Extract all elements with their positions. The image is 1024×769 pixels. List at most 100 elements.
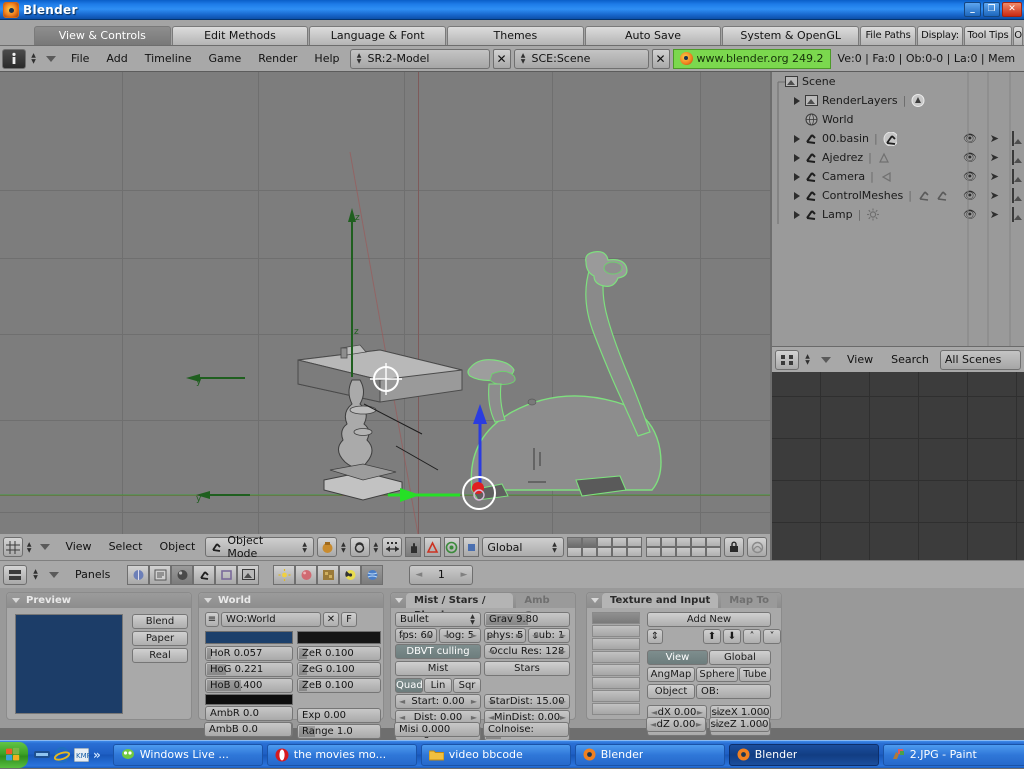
outliner-menu-view[interactable]: View	[840, 350, 880, 370]
panel-mist-stars-physics[interactable]: Mist / Stars / Physi Amb Occ Bullet ▲▼ G…	[390, 592, 576, 741]
eye-icon[interactable]: 👁	[963, 170, 977, 183]
occlusion-res-field[interactable]: ◄ Occlu Res: 128 ►	[484, 644, 570, 659]
browse-scene-icon[interactable]: ▲ ▼	[519, 53, 528, 65]
pref-tab-display[interactable]: Display:	[917, 26, 964, 45]
move-down-icon[interactable]: ˅	[763, 629, 781, 644]
falloff-sqr-button[interactable]: Sqr	[453, 678, 481, 693]
texture-slot[interactable]	[592, 677, 640, 689]
layer-cell[interactable]	[627, 537, 643, 547]
menu-help[interactable]: Help	[307, 49, 346, 69]
panel-preview[interactable]: Preview Blend Paper Real	[6, 592, 192, 720]
taskbar-item-blender-2[interactable]: Blender	[728, 743, 879, 766]
phys-field[interactable]: ◄ phys: 5 ►	[484, 628, 526, 643]
layer-cell[interactable]	[691, 537, 707, 547]
tab-mist-stars-physics[interactable]: Mist / Stars / Physi	[406, 593, 514, 621]
eye-icon[interactable]: 👁	[963, 132, 977, 145]
expand-triangle-icon[interactable]	[794, 172, 800, 181]
move-top-icon[interactable]: ⬆	[703, 629, 721, 644]
viewport-menu-select[interactable]: Select	[102, 537, 150, 557]
fps-field[interactable]: ◄ fps: 60 ►	[395, 628, 437, 643]
texture-slot[interactable]	[592, 690, 640, 702]
pref-tab-file-paths[interactable]: File Paths	[860, 26, 917, 45]
layer-cell[interactable]	[567, 537, 583, 547]
pref-tab-language-font[interactable]: Language & Font	[309, 26, 447, 45]
panel-texture-header[interactable]: Texture and Input Map To	[587, 593, 781, 608]
size-z-field[interactable]: ◄ sizeZ 1.000 ►	[709, 717, 770, 732]
zenith-g-slider[interactable]: ZeG 0.100	[297, 662, 381, 677]
ambient-b-slider[interactable]: AmbB 0.0	[204, 722, 292, 737]
cursor-arrow-icon[interactable]: ➤	[990, 208, 999, 221]
preview-blend-button[interactable]: Blend	[132, 614, 188, 629]
viewport-menu-view[interactable]: View	[58, 537, 98, 557]
coord-tube-button[interactable]: Tube	[739, 667, 771, 682]
render-icon[interactable]	[1012, 207, 1014, 222]
3d-viewport[interactable]: z z y y	[0, 72, 770, 534]
physics-engine-dropdown[interactable]: Bullet ▲ ▼	[395, 612, 481, 627]
3d-view-editor-icon[interactable]	[3, 537, 23, 557]
layer-cell[interactable]	[706, 547, 722, 557]
outliner-visibility-toggles[interactable]: 👁 ➤	[963, 207, 1024, 222]
outliner-editor-icon[interactable]	[775, 349, 799, 370]
transform-orientation-dropdown[interactable]: Global ▲ ▼	[482, 537, 565, 557]
render-icon[interactable]	[1012, 188, 1014, 203]
object-name-field[interactable]: OB:	[696, 684, 771, 699]
pref-tab-tool-tips[interactable]: Tool Tips	[964, 26, 1013, 45]
scene-delete-button[interactable]: ✕	[651, 48, 670, 69]
range-slider[interactable]: Range 1.0	[297, 724, 381, 739]
outliner-row-00-basin[interactable]: 00.basin | 👁 ➤	[772, 129, 1024, 148]
logic-icon[interactable]	[127, 564, 150, 585]
layer-cell[interactable]	[691, 547, 707, 557]
layer-block-1[interactable]	[567, 537, 643, 557]
gravity-slider[interactable]: Grav 9.80	[484, 612, 570, 627]
outliner-row-camera[interactable]: Camera | 👁 ➤	[772, 167, 1024, 186]
colnoise-slider[interactable]: Colnoise:	[483, 722, 569, 737]
stars-toggle[interactable]: Stars	[484, 661, 570, 676]
texture-index-spinner[interactable]: ⇕	[647, 629, 663, 644]
cursor-arrow-icon[interactable]: ➤	[990, 189, 999, 202]
shading-solid-icon[interactable]	[317, 537, 338, 557]
pivot-spinner[interactable]: ▲ ▼	[373, 541, 379, 553]
layer-cell[interactable]	[597, 537, 613, 547]
pref-tab-view-controls[interactable]: View & Controls	[34, 26, 171, 45]
ambient-color-swatch[interactable]	[205, 694, 293, 705]
coord-angmap-button[interactable]: AngMap	[647, 667, 695, 682]
zenith-r-slider[interactable]: ZeR 0.100	[297, 646, 381, 661]
coord-global-button[interactable]: Global	[709, 650, 771, 665]
kmplayer-icon[interactable]: KMP	[74, 746, 89, 764]
move-bottom-icon[interactable]: ⬇	[723, 629, 741, 644]
screen-datablock-field[interactable]: ▲ ▼ SR:2-Model	[349, 48, 490, 69]
coord-view-button[interactable]: View	[647, 650, 708, 665]
world-delete-button[interactable]: ✕	[323, 612, 339, 627]
preview-real-button[interactable]: Real	[132, 648, 188, 663]
world-name-field[interactable]: WO:World	[221, 612, 321, 627]
pref-tab-auto-save[interactable]: Auto Save	[584, 26, 722, 45]
expand-triangle-icon[interactable]	[794, 134, 800, 143]
layer-cell[interactable]	[661, 537, 677, 547]
outliner-row-lamp[interactable]: Lamp | 👁 ➤	[772, 205, 1024, 224]
start-button[interactable]	[0, 741, 28, 768]
panel-world-header[interactable]: World	[199, 593, 383, 608]
outliner-row-renderlayers[interactable]: RenderLayers |	[772, 91, 1024, 110]
current-frame-field[interactable]: ◄ 1 ►	[409, 564, 474, 585]
panel-preview-header[interactable]: Preview	[7, 593, 191, 608]
layer-cell[interactable]	[567, 547, 583, 557]
texture-slot[interactable]	[592, 612, 640, 624]
falloff-lin-button[interactable]: Lin	[424, 678, 452, 693]
internet-explorer-icon[interactable]	[54, 746, 70, 764]
viewport-menu-object[interactable]: Object	[153, 537, 203, 557]
layer-cell[interactable]	[676, 537, 692, 547]
outliner-row-scene[interactable]: Scene	[772, 72, 1024, 91]
hand-icon[interactable]	[405, 537, 422, 557]
preview-paper-button[interactable]: Paper	[132, 631, 188, 646]
show-desktop-icon[interactable]	[34, 746, 50, 764]
frame-next-icon[interactable]: ►	[460, 570, 467, 580]
layer-cell[interactable]	[676, 547, 692, 557]
layer-cell[interactable]	[582, 547, 598, 557]
panel-collapse-icon[interactable]	[204, 598, 212, 603]
world-datablock-row[interactable]: ≡ WO:World ✕ F	[205, 612, 357, 627]
maximize-button[interactable]: ❐	[983, 2, 1000, 17]
expand-triangle-icon[interactable]	[794, 96, 800, 105]
zenith-b-slider[interactable]: ZeB 0.100	[297, 678, 381, 693]
layer-cell[interactable]	[646, 547, 662, 557]
render-preview-icon[interactable]	[747, 537, 768, 557]
